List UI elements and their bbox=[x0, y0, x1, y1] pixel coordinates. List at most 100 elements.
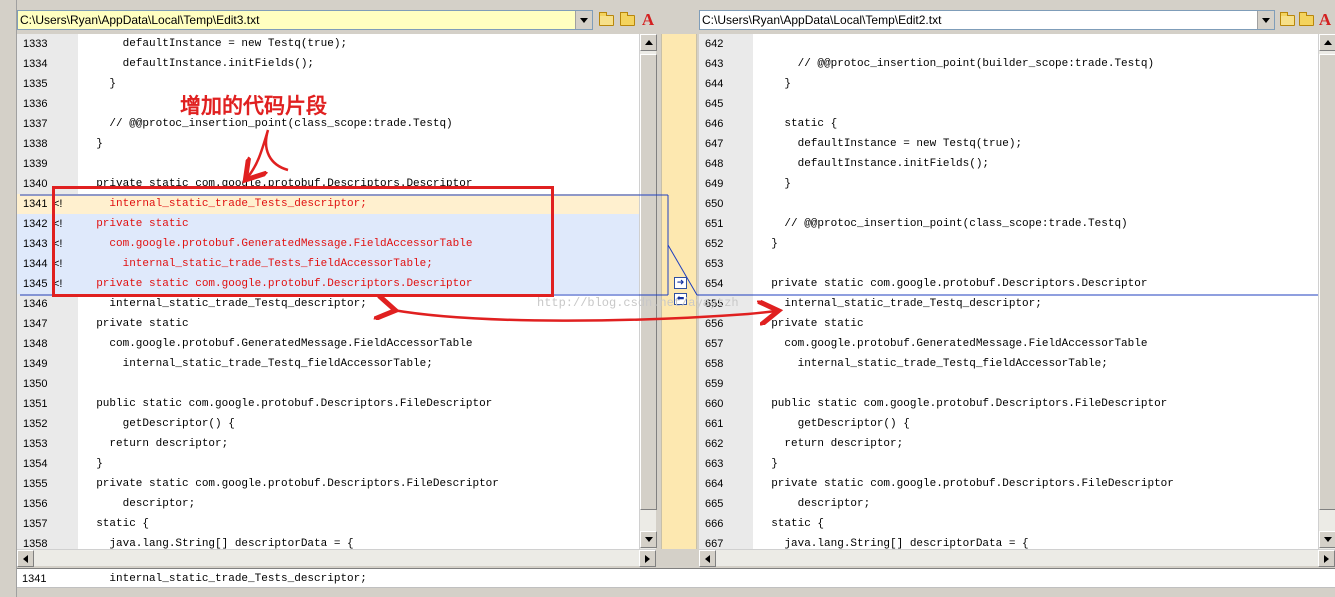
right-code-pane[interactable]: 642 643 // @@protoc_insertion_point(build… bbox=[699, 34, 1318, 549]
line-number: 665 bbox=[705, 498, 724, 510]
code-line[interactable]: 664 private static com.google.protobuf.D… bbox=[699, 474, 1318, 494]
code-line[interactable]: 662 return descriptor; bbox=[699, 434, 1318, 454]
code-line[interactable]: 1336 bbox=[17, 94, 639, 114]
code-line[interactable]: 1348 com.google.protobuf.GeneratedMessag… bbox=[17, 334, 639, 354]
code-line[interactable]: 1333 defaultInstance = new Testq(true); bbox=[17, 34, 639, 54]
line-number: 663 bbox=[705, 458, 724, 470]
right-vertical-scrollbar[interactable] bbox=[1318, 34, 1335, 549]
code-line[interactable]: 660 public static com.google.protobuf.De… bbox=[699, 394, 1318, 414]
left-path-bar: C:\Users\Ryan\AppData\Local\Temp\Edit3.t… bbox=[17, 10, 659, 30]
code-line[interactable]: 648 defaultInstance.initFields(); bbox=[699, 154, 1318, 174]
code-text: private static com.google.protobuf.Descr… bbox=[758, 478, 1174, 490]
line-number: 1352 bbox=[23, 418, 48, 430]
line-number: 1357 bbox=[23, 518, 48, 530]
right-path-text[interactable]: C:\Users\Ryan\AppData\Local\Temp\Edit2.t… bbox=[700, 11, 1257, 29]
line-number: 664 bbox=[705, 478, 724, 490]
line-number: 1355 bbox=[23, 478, 48, 490]
code-line[interactable]: 666 static { bbox=[699, 514, 1318, 534]
code-line[interactable]: 1352 getDescriptor() { bbox=[17, 414, 639, 434]
open-folder-icon[interactable] bbox=[1277, 10, 1297, 30]
code-line[interactable]: 651 // @@protoc_insertion_point(class_sc… bbox=[699, 214, 1318, 234]
font-icon[interactable]: A bbox=[1315, 10, 1335, 30]
left-horizontal-scrollbar[interactable] bbox=[17, 549, 656, 567]
code-line[interactable]: 1356 descriptor; bbox=[17, 494, 639, 514]
code-line[interactable]: 650 bbox=[699, 194, 1318, 214]
code-text: defaultInstance = new Testq(true); bbox=[83, 38, 348, 50]
code-line[interactable]: 1357 static { bbox=[17, 514, 639, 534]
code-line[interactable]: 1358 java.lang.String[] descriptorData =… bbox=[17, 534, 639, 549]
code-line[interactable]: 1334 defaultInstance.initFields(); bbox=[17, 54, 639, 74]
code-line[interactable]: 643 // @@protoc_insertion_point(builder_… bbox=[699, 54, 1318, 74]
open-folder-icon[interactable] bbox=[596, 10, 616, 30]
arrow-up-icon bbox=[1323, 40, 1332, 45]
code-line[interactable]: 1347 private static bbox=[17, 314, 639, 334]
chevron-down-icon[interactable] bbox=[1257, 11, 1274, 29]
scroll-down-button[interactable] bbox=[640, 531, 657, 548]
right-path-combobox[interactable]: C:\Users\Ryan\AppData\Local\Temp\Edit2.t… bbox=[699, 10, 1275, 30]
code-line[interactable]: 646 static { bbox=[699, 114, 1318, 134]
font-icon[interactable]: A bbox=[638, 10, 658, 30]
left-path-text[interactable]: C:\Users\Ryan\AppData\Local\Temp\Edit3.t… bbox=[18, 11, 575, 29]
code-line[interactable]: 652 } bbox=[699, 234, 1318, 254]
scroll-up-button[interactable] bbox=[640, 34, 657, 51]
line-number: 656 bbox=[705, 318, 724, 330]
status-line-number: 1341 bbox=[22, 573, 47, 585]
code-line[interactable]: 647 defaultInstance = new Testq(true); bbox=[699, 134, 1318, 154]
code-line[interactable]: 653 bbox=[699, 254, 1318, 274]
line-number: 1338 bbox=[23, 138, 48, 150]
annotation-highlight-box bbox=[52, 186, 554, 297]
code-text: } bbox=[83, 138, 103, 150]
folder-icon[interactable] bbox=[1296, 10, 1316, 30]
diff-navigator-bar[interactable]: ➜ ⬅ bbox=[661, 34, 697, 549]
scroll-up-button[interactable] bbox=[1319, 34, 1335, 51]
code-line[interactable]: 654 private static com.google.protobuf.D… bbox=[699, 274, 1318, 294]
code-line[interactable]: 1349 internal_static_trade_Testq_fieldAc… bbox=[17, 354, 639, 374]
line-number: 1348 bbox=[23, 338, 48, 350]
scroll-thumb[interactable] bbox=[1319, 54, 1335, 510]
code-text: } bbox=[758, 78, 792, 90]
copy-to-right-button[interactable]: ➜ bbox=[674, 277, 687, 289]
code-line[interactable]: 1337 // @@protoc_insertion_point(class_s… bbox=[17, 114, 639, 134]
code-line[interactable]: 1355 private static com.google.protobuf.… bbox=[17, 474, 639, 494]
code-line[interactable]: 649 } bbox=[699, 174, 1318, 194]
code-line[interactable]: 1335 } bbox=[17, 74, 639, 94]
scroll-right-button[interactable] bbox=[1318, 550, 1335, 567]
code-line[interactable]: 663 } bbox=[699, 454, 1318, 474]
code-line[interactable]: 645 bbox=[699, 94, 1318, 114]
code-line[interactable]: 657 com.google.protobuf.GeneratedMessage… bbox=[699, 334, 1318, 354]
code-line[interactable]: 644 } bbox=[699, 74, 1318, 94]
line-number: 643 bbox=[705, 58, 724, 70]
scroll-left-button[interactable] bbox=[17, 550, 34, 567]
code-text: } bbox=[758, 178, 792, 190]
code-line[interactable]: 661 getDescriptor() { bbox=[699, 414, 1318, 434]
scroll-left-button[interactable] bbox=[699, 550, 716, 567]
code-text: } bbox=[758, 238, 778, 250]
chevron-down-icon[interactable] bbox=[575, 11, 592, 29]
scroll-thumb[interactable] bbox=[640, 54, 657, 510]
code-line[interactable]: 667 java.lang.String[] descriptorData = … bbox=[699, 534, 1318, 549]
code-line[interactable]: 1350 bbox=[17, 374, 639, 394]
line-number: 1334 bbox=[23, 58, 48, 70]
left-path-combobox[interactable]: C:\Users\Ryan\AppData\Local\Temp\Edit3.t… bbox=[17, 10, 593, 30]
line-number: 648 bbox=[705, 158, 724, 170]
code-line[interactable]: 642 bbox=[699, 34, 1318, 54]
code-line[interactable]: 659 bbox=[699, 374, 1318, 394]
code-line[interactable]: 1353 return descriptor; bbox=[17, 434, 639, 454]
code-line[interactable]: 656 private static bbox=[699, 314, 1318, 334]
line-number: 1358 bbox=[23, 538, 48, 549]
code-line[interactable]: 658 internal_static_trade_Testq_fieldAcc… bbox=[699, 354, 1318, 374]
code-text: java.lang.String[] descriptorData = { bbox=[758, 538, 1029, 549]
code-line[interactable]: 1354 } bbox=[17, 454, 639, 474]
code-text: internal_static_trade_Testq_fieldAccesso… bbox=[758, 358, 1108, 370]
code-line[interactable]: 665 descriptor; bbox=[699, 494, 1318, 514]
left-vertical-scrollbar[interactable] bbox=[639, 34, 657, 549]
folder-icon[interactable] bbox=[617, 10, 637, 30]
code-line[interactable]: 1351 public static com.google.protobuf.D… bbox=[17, 394, 639, 414]
code-line[interactable]: 1339 bbox=[17, 154, 639, 174]
scroll-right-button[interactable] bbox=[639, 550, 656, 567]
code-text: descriptor; bbox=[83, 498, 196, 510]
scroll-down-button[interactable] bbox=[1319, 531, 1335, 548]
right-horizontal-scrollbar[interactable] bbox=[699, 549, 1335, 567]
code-line[interactable]: 655 internal_static_trade_Testq_descript… bbox=[699, 294, 1318, 314]
code-line[interactable]: 1338 } bbox=[17, 134, 639, 154]
